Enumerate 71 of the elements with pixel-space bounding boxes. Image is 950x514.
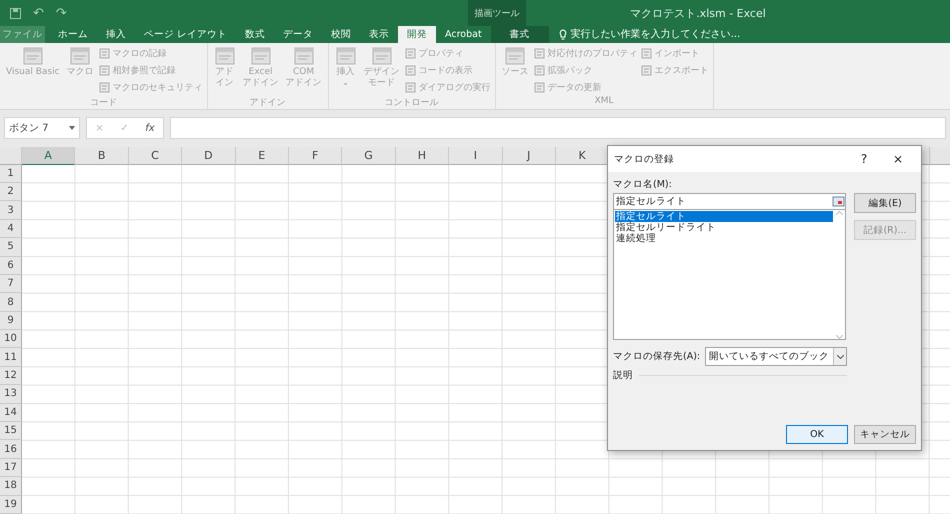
save-icon[interactable] [10,8,21,19]
row-header[interactable]: 10 [0,330,22,348]
name-box[interactable]: ボタン 7 [4,117,80,140]
row-header[interactable]: 8 [0,293,22,312]
ribbon-tab[interactable]: Acrobat [436,26,491,43]
scroll-down-icon [836,335,842,339]
section-label: 説明 [613,369,633,382]
store-dropdown[interactable]: 開いているすべてのブック [705,347,847,366]
column-header[interactable]: I [449,146,503,165]
insert-function-button[interactable]: fx [145,122,155,134]
row-header[interactable]: 12 [0,366,22,386]
row-header[interactable]: 11 [0,348,22,367]
context-tab-group-label: 描画ツール [474,8,520,20]
macro-name-field[interactable]: 指定セルライト [613,193,846,210]
ribbon-tab[interactable]: 校閲 [322,26,360,43]
row-header[interactable]: 4 [0,220,22,238]
row-header[interactable]: 19 [0,496,22,514]
row-header[interactable]: 13 [0,385,22,404]
column-header[interactable]: G [342,146,396,165]
help-button[interactable]: ? [847,152,881,166]
row-header[interactable]: 6 [0,256,22,275]
row-header[interactable]: 16 [0,440,22,459]
dialog-title: マクロの登録 [614,152,675,166]
row-header[interactable]: 1 [0,164,22,183]
ribbon-tab[interactable]: データ [274,26,322,43]
lightbulb-icon [558,28,567,40]
column-header[interactable]: B [75,146,129,165]
formula-field[interactable] [170,117,946,140]
row-header[interactable]: 18 [0,477,22,496]
row-header[interactable]: 2 [0,182,22,202]
field-label: マクロ名(M): [613,178,673,191]
ok-button[interactable]: OK [786,425,848,444]
ribbon-tab[interactable]: 表示 [360,26,398,43]
ribbon-tab[interactable]: ページ レイアウト [135,26,236,43]
column-header[interactable]: J [502,146,556,165]
row-header[interactable]: 9 [0,312,22,330]
group-label: コントロール [384,96,440,109]
row-header[interactable]: 17 [0,458,22,478]
window-title: マクロテスト.xlsm - Excel [629,6,767,22]
row-header[interactable]: 7 [0,274,22,294]
field-label: マクロの保存先(A): [613,350,700,363]
row-header[interactable]: 3 [0,201,22,220]
group-label: コード [88,96,118,109]
row-header[interactable]: 5 [0,238,22,257]
row-header[interactable]: 15 [0,422,22,440]
ribbon-tab[interactable]: 挿入 [97,26,135,43]
scroll-up-icon [836,211,842,215]
tell-me-field[interactable]: 実行したい作業を入力してください... [570,27,740,42]
column-header[interactable]: C [128,146,182,165]
list-item[interactable]: 連続処理 [615,233,833,244]
column-header[interactable]: F [288,146,342,165]
column-header[interactable]: A [22,146,76,165]
group-label: XML [594,96,615,108]
column-header[interactable]: D [182,146,236,165]
select-all-button[interactable] [0,146,22,165]
list-item[interactable]: 指定セルライト [615,211,833,222]
ribbon-tab[interactable]: 書式 [490,26,549,43]
cancel-button[interactable]: キャンセル [854,425,916,444]
edit-button[interactable]: 編集(E) [854,193,916,213]
row-header[interactable]: 14 [0,404,22,422]
close-button[interactable]: × [881,152,915,166]
ribbon-tab[interactable]: 開発 [398,26,436,43]
ribbon-tab[interactable]: 数式 [236,26,274,43]
caret-icon [69,126,75,130]
range-picker-icon[interactable] [832,195,845,208]
group-label: アドイン [248,96,287,109]
column-header[interactable]: E [236,146,289,165]
ribbon-tab[interactable]: ホーム [49,26,97,43]
caret-icon [836,354,844,358]
column-header[interactable]: H [396,146,450,165]
list-item[interactable]: 指定セルリードライト [615,222,833,233]
